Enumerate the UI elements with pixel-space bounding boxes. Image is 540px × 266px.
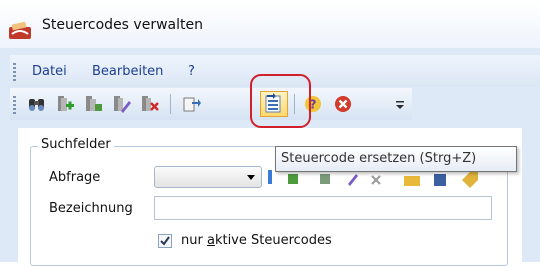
toolbar-grip[interactable] — [13, 96, 16, 114]
toolbar: ? — [10, 88, 412, 120]
toolbar-overflow-icon[interactable] — [394, 98, 406, 112]
active-only-label-prefix: nur — [181, 233, 207, 248]
add-record-icon[interactable] — [54, 94, 76, 114]
bezeichnung-input[interactable] — [154, 196, 492, 220]
delete-record-icon[interactable] — [138, 94, 160, 114]
tag-icon — [462, 172, 478, 188]
active-only-checkbox[interactable] — [158, 234, 172, 248]
close-icon[interactable] — [332, 94, 354, 114]
export-icon[interactable] — [180, 94, 202, 114]
app-icon — [9, 21, 31, 39]
highlight-ring — [250, 74, 311, 128]
search-group-label: Suchfelder — [38, 137, 114, 152]
tooltip: Steuercode ersetzen (Strg+Z) — [275, 146, 517, 172]
binoculars-icon[interactable] — [26, 94, 48, 114]
window-title: Steuercodes verwalten — [42, 17, 203, 33]
add-query-icon — [268, 170, 272, 184]
active-only-label-suffix: ktive Steuercodes — [214, 233, 332, 248]
menu-datei[interactable]: Datei — [32, 64, 67, 79]
copy-record-icon[interactable] — [82, 94, 104, 114]
abfrage-label: Abfrage — [49, 170, 101, 185]
checkmark-icon — [160, 236, 170, 246]
active-only-label[interactable]: nur aktive Steuercodes — [181, 233, 332, 248]
edit-query-icon — [348, 174, 358, 186]
delete-query-icon — [371, 175, 381, 185]
chevron-down-icon — [247, 175, 255, 180]
tooltip-text: Steuercode ersetzen (Strg+Z) — [281, 151, 477, 166]
title-bar: Steuercodes verwalten — [0, 0, 540, 48]
abfrage-combobox[interactable] — [154, 166, 262, 188]
new-query-icon — [288, 174, 298, 184]
edit-record-icon[interactable] — [110, 94, 132, 114]
save-query-icon — [434, 174, 446, 186]
copy-query-icon — [320, 174, 330, 184]
menu-grip[interactable] — [13, 63, 16, 81]
open-folder-icon — [404, 176, 420, 186]
menu-bearbeiten[interactable]: Bearbeiten — [92, 64, 163, 79]
menu-help[interactable]: ? — [188, 64, 195, 79]
toolbar-separator — [170, 94, 171, 114]
bezeichnung-label: Bezeichnung — [49, 201, 133, 216]
active-only-label-accel: a — [206, 233, 215, 248]
